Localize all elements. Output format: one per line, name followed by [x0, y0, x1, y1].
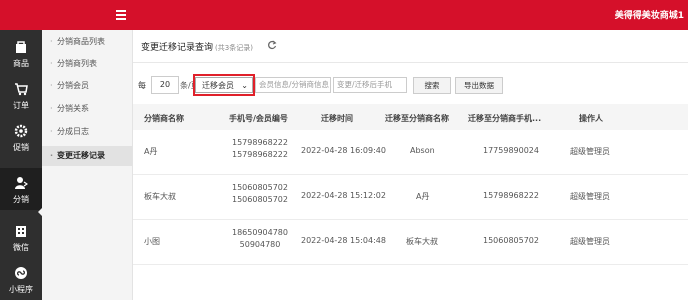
- nav-item-miniprogram[interactable]: 小程序: [0, 258, 42, 300]
- nav-label: 促销: [13, 143, 29, 152]
- phone-search-input[interactable]: 变更/迁移后手机: [333, 77, 407, 93]
- subnav-item-products[interactable]: · 分销商品列表: [42, 32, 132, 52]
- target-name: 板车大叔: [406, 237, 438, 246]
- table-header: 分销商名称 手机号/会员编号 迁移时间 迁移至分销商名称 迁移至分销商手机...…: [133, 104, 688, 130]
- subnav-item-migration-records[interactable]: · 变更迁移记录: [42, 146, 132, 166]
- building-icon: [16, 226, 26, 237]
- divider: [133, 62, 688, 63]
- target-name: A丹: [416, 192, 430, 201]
- cart-icon: [15, 83, 28, 96]
- nav-item-products[interactable]: 商品: [0, 32, 42, 74]
- distributor-name: 小图: [144, 237, 160, 246]
- export-button[interactable]: 导出数据: [455, 77, 503, 94]
- per-page-label: 每: [138, 81, 146, 90]
- nav-item-orders[interactable]: 订单: [0, 74, 42, 116]
- main-content: 变更迁移记录查询 (共3条记录) 每 20 条/页 迁移会员 ⌄ 会员信息/分销商信…: [133, 30, 688, 300]
- table-row[interactable]: A丹 15798968222 15798968222 2022-04-28 16:…: [133, 130, 688, 175]
- nav-label: 微信: [13, 243, 29, 252]
- store-name[interactable]: 美得得美妆商城1: [615, 8, 684, 21]
- distributor-name: A丹: [144, 147, 158, 156]
- subnav-item-members[interactable]: · 分销会员: [42, 76, 132, 96]
- distributor-name: 板车大叔: [144, 192, 176, 201]
- migration-time: 2022-04-28 15:12:02: [301, 191, 386, 200]
- nav-label: 商品: [13, 59, 29, 68]
- member-search-input[interactable]: 会员信息/分销商信息: [255, 77, 331, 93]
- col-header[interactable]: 手机号/会员编号: [229, 113, 288, 124]
- main-sidebar: 商品 订单 促销 分销 微信 小程序: [0, 30, 43, 300]
- per-page-input[interactable]: 20: [151, 76, 179, 94]
- nav-label: 分销: [13, 195, 29, 204]
- highlight-box: [193, 74, 255, 96]
- bag-icon: [16, 41, 26, 53]
- target-name: Abson: [410, 146, 435, 155]
- sub-sidebar: · 分销商品列表 · 分销商列表 · 分销会员 · 分销关系 · 分成日志 · 变更迁移记录: [42, 30, 133, 300]
- refresh-icon[interactable]: [267, 40, 277, 50]
- target-phone: 17759890024: [483, 146, 539, 155]
- table-row[interactable]: 小图 18650904780 50904780 2022-04-28 15:04:…: [133, 220, 688, 265]
- col-header[interactable]: 迁移至分销商手机...: [468, 113, 541, 124]
- phone-cell: 15798968222 15798968222: [232, 138, 288, 159]
- operator: 超级管理员: [570, 192, 610, 201]
- subnav-item-distributors[interactable]: · 分销商列表: [42, 54, 132, 74]
- user-share-icon: [15, 177, 28, 189]
- record-count: (共3条记录): [215, 44, 253, 52]
- subnav-item-commission-log[interactable]: · 分成日志: [42, 122, 132, 142]
- col-header[interactable]: 分销商名称: [144, 113, 184, 124]
- target-phone: 15060805702: [483, 236, 539, 245]
- col-header[interactable]: 迁移至分销商名称: [385, 113, 449, 124]
- migration-time: 2022-04-28 15:04:48: [301, 236, 386, 245]
- subnav-item-relations[interactable]: · 分销关系: [42, 99, 132, 119]
- miniprogram-icon: [15, 267, 27, 279]
- operator: 超级管理员: [570, 147, 610, 156]
- phone-cell: 15060805702 15060805702: [232, 183, 288, 204]
- migration-time: 2022-04-28 16:09:40: [301, 146, 386, 155]
- search-button[interactable]: 搜索: [413, 77, 451, 94]
- nav-item-wechat[interactable]: 微信: [0, 216, 42, 258]
- nav-item-distribution[interactable]: 分销: [0, 168, 42, 210]
- nav-label: 小程序: [9, 285, 33, 294]
- top-bar: 美得得美妆商城1: [0, 0, 688, 30]
- gear-icon: [14, 124, 28, 138]
- page-title: 变更迁移记录查询 (共3条记录): [141, 43, 253, 53]
- phone-cell: 18650904780 50904780: [232, 228, 288, 249]
- operator: 超级管理员: [570, 237, 610, 246]
- col-header[interactable]: 迁移时间: [321, 113, 353, 124]
- nav-label: 订单: [13, 101, 29, 110]
- nav-item-promotions[interactable]: 促销: [0, 116, 42, 158]
- target-phone: 15798968222: [483, 191, 539, 200]
- table-row[interactable]: 板车大叔 15060805702 15060805702 2022-04-28 1…: [133, 175, 688, 220]
- col-header[interactable]: 操作人: [579, 113, 603, 124]
- menu-toggle-icon[interactable]: [116, 8, 126, 20]
